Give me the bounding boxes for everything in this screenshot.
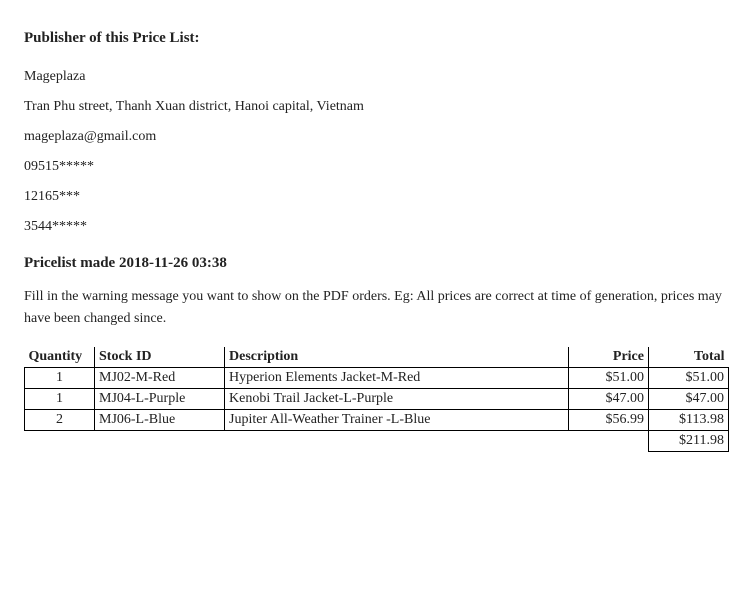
- publisher-phone3: 3544*****: [24, 219, 729, 235]
- cell-total: $47.00: [649, 389, 729, 410]
- publisher-phone2: 12165***: [24, 189, 729, 205]
- table-row: 1MJ04-L-PurpleKenobi Trail Jacket-L-Purp…: [25, 389, 729, 410]
- cell-stock-id: MJ04-L-Purple: [95, 389, 225, 410]
- publisher-email: mageplaza@gmail.com: [24, 129, 729, 145]
- col-quantity: Quantity: [25, 347, 95, 368]
- table-row: 1MJ02-M-RedHyperion Elements Jacket-M-Re…: [25, 368, 729, 389]
- cell-description: Hyperion Elements Jacket-M-Red: [225, 368, 569, 389]
- grand-total-row: $211.98: [25, 431, 729, 452]
- cell-stock-id: MJ06-L-Blue: [95, 410, 225, 431]
- col-description: Description: [225, 347, 569, 368]
- cell-total: $113.98: [649, 410, 729, 431]
- warning-text: Fill in the warning message you want to …: [24, 286, 729, 329]
- cell-price: $51.00: [569, 368, 649, 389]
- cell-description: Jupiter All-Weather Trainer -L-Blue: [225, 410, 569, 431]
- publisher-name: Mageplaza: [24, 69, 729, 85]
- pricelist-table: Quantity Stock ID Description Price Tota…: [24, 347, 729, 452]
- publisher-phone1: 09515*****: [24, 159, 729, 175]
- cell-stock-id: MJ02-M-Red: [95, 368, 225, 389]
- table-row: 2MJ06-L-BlueJupiter All-Weather Trainer …: [25, 410, 729, 431]
- publisher-heading: Publisher of this Price List:: [24, 30, 729, 47]
- col-total: Total: [649, 347, 729, 368]
- col-price: Price: [569, 347, 649, 368]
- pricelist-heading: Pricelist made 2018-11-26 03:38: [24, 255, 729, 272]
- cell-price: $56.99: [569, 410, 649, 431]
- cell-quantity: 1: [25, 368, 95, 389]
- cell-quantity: 2: [25, 410, 95, 431]
- cell-quantity: 1: [25, 389, 95, 410]
- publisher-address: Tran Phu street, Thanh Xuan district, Ha…: [24, 99, 729, 115]
- col-stock-id: Stock ID: [95, 347, 225, 368]
- grand-total-cell: $211.98: [649, 431, 729, 452]
- cell-description: Kenobi Trail Jacket-L-Purple: [225, 389, 569, 410]
- table-header-row: Quantity Stock ID Description Price Tota…: [25, 347, 729, 368]
- publisher-info-block: Mageplaza Tran Phu street, Thanh Xuan di…: [24, 69, 729, 235]
- cell-total: $51.00: [649, 368, 729, 389]
- cell-price: $47.00: [569, 389, 649, 410]
